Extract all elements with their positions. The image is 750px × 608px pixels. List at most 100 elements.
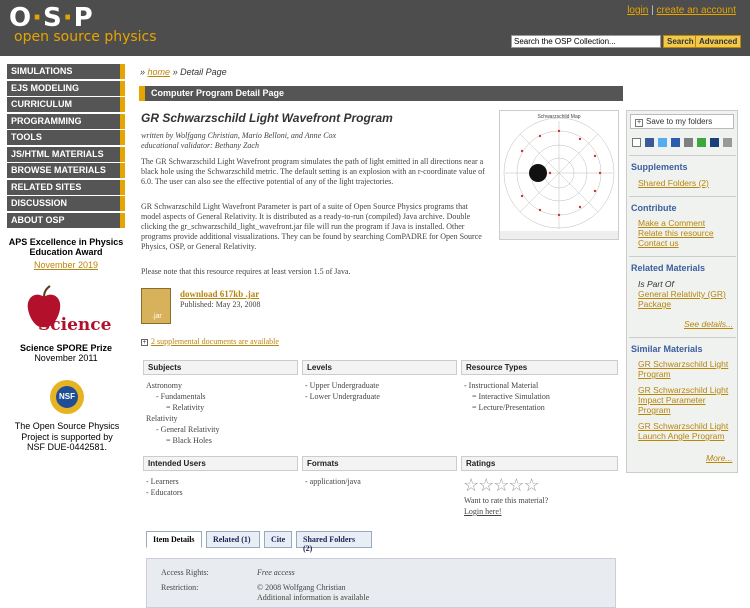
level-item[interactable]: - Upper Undergraduate [305, 380, 380, 391]
section-bar: Computer Program Detail Page [139, 86, 623, 101]
breadcrumb-current: Detail Page [180, 67, 227, 77]
download-link[interactable]: download 617kb .jar [180, 289, 259, 299]
spore-prize-title: Science SPORE Prize [19, 343, 113, 353]
related-materials-heading: Related Materials [631, 263, 706, 273]
subject-item[interactable]: - Fundamentals [146, 391, 220, 402]
contribute-heading: Contribute [631, 203, 677, 213]
similar-material-1[interactable]: GR Schwarzschild Light Program [638, 359, 734, 379]
supplemental-docs: +2 supplemental documents are available [141, 337, 279, 346]
more-similar-link[interactable]: More... [706, 453, 732, 463]
formats-header: Formats [302, 456, 457, 471]
shared-folders-link[interactable]: Shared Folders (2) [638, 178, 709, 188]
nsf-logo[interactable]: NSF [48, 378, 86, 416]
contact-us-link[interactable]: Contact us [638, 238, 679, 248]
jar-file-icon[interactable]: .jar [141, 288, 171, 324]
access-rights-value: Free access [257, 568, 295, 577]
additional-info: Additional information is available [257, 593, 370, 602]
jar-file-label: .jar [152, 313, 162, 320]
tab-item-details[interactable]: Item Details [146, 531, 202, 548]
see-details-link[interactable]: See details... [684, 319, 733, 329]
add-icon: + [635, 119, 643, 127]
science-wordmark: Science [38, 315, 112, 335]
facebook-icon[interactable] [645, 138, 654, 147]
restriction-value: © 2008 Wolfgang Christian [257, 583, 346, 592]
subject-item[interactable]: = Black Holes [146, 435, 220, 446]
twitter-icon[interactable] [658, 138, 667, 147]
tab-cite[interactable]: Cite [264, 531, 292, 548]
share-more-icon[interactable] [723, 138, 732, 147]
expand-icon[interactable]: + [141, 339, 148, 346]
ratings-header: Ratings [461, 456, 618, 471]
type-item[interactable]: = Interactive Simulation [464, 391, 550, 402]
login-link[interactable]: login [627, 5, 648, 16]
subject-item[interactable]: - General Relativity [146, 424, 220, 435]
rating-stars[interactable]: ☆☆☆☆☆ [463, 475, 540, 496]
advanced-search-button[interactable]: Advanced [695, 35, 742, 48]
rating-login-link[interactable]: Login here! [464, 506, 502, 517]
rate-question: Want to rate this material? [464, 496, 549, 505]
resource-authors: written by Wolfgang Christian, Mario Bel… [141, 131, 337, 140]
java-requirement-note: Please note that this resource requires … [141, 267, 351, 276]
nav-discussion[interactable]: DISCUSSION [7, 196, 125, 211]
formats-list: - application/java [305, 476, 361, 487]
type-item[interactable]: - Instructional Material [464, 380, 550, 391]
similar-material-2[interactable]: GR Schwarzschild Light Impact Parameter … [638, 385, 734, 415]
subject-item[interactable]: = Relativity [146, 402, 220, 413]
nav-programming[interactable]: PROGRAMMING [7, 113, 125, 129]
nav-browse-materials[interactable]: BROWSE MATERIALS [7, 163, 125, 178]
add-share-icon[interactable] [632, 138, 641, 147]
level-item[interactable]: - Lower Undergraduate [305, 391, 380, 402]
nav-curriculum[interactable]: CURRICULUM [7, 97, 125, 112]
breadcrumb-separator: » [172, 67, 178, 77]
nav-ejs-modeling[interactable]: EJS MODELING [7, 80, 125, 96]
similar-material-3[interactable]: GR Schwarzschild Light Launch Angle Prog… [638, 421, 734, 441]
nav-about-osp[interactable]: ABOUT OSP [7, 212, 125, 228]
sidebar-divider [629, 196, 736, 197]
user-item[interactable]: - Learners [146, 476, 183, 487]
resource-types-header: Resource Types [461, 360, 618, 375]
sidebar-divider [629, 256, 736, 257]
digg-icon[interactable] [684, 138, 693, 147]
format-item[interactable]: - application/java [305, 476, 361, 487]
stumbleupon-icon[interactable] [697, 138, 706, 147]
published-date: Published: May 23, 2008 [180, 300, 261, 309]
nav-js-html-materials[interactable]: JS/HTML MATERIALS [7, 146, 125, 162]
resource-validator: educational validator: Bethany Zach [141, 141, 259, 150]
supplemental-docs-link[interactable]: 2 supplemental documents are available [151, 337, 279, 346]
email-icon[interactable] [710, 138, 719, 147]
search-button[interactable]: Search [663, 35, 698, 48]
type-item[interactable]: = Lecture/Presentation [464, 402, 550, 413]
tab-shared-folders[interactable]: Shared Folders (2) [296, 531, 372, 553]
description-paragraph-2: GR Schwarzschild Light Wavefront Paramet… [141, 202, 482, 251]
nav-related-sites[interactable]: RELATED SITES [7, 179, 125, 195]
tab-related[interactable]: Related (1) [206, 531, 260, 548]
access-rights-label: Access Rights: [161, 568, 209, 577]
nav-simulations[interactable]: SIMULATIONS [7, 64, 125, 79]
search-input[interactable]: Search the OSP Collection... [511, 35, 661, 48]
save-to-folders-button[interactable]: + Save to my folders [630, 114, 734, 129]
save-to-folders-label: Save to my folders [646, 117, 713, 126]
aps-award-title: APS Excellence in Physics Education Awar… [8, 237, 124, 257]
make-comment-link[interactable]: Make a Comment [638, 218, 705, 228]
subject-item[interactable]: Astronomy [146, 380, 220, 391]
gr-package-link[interactable]: General Relativity (GR) Package [638, 289, 734, 309]
sidebar-divider [629, 337, 736, 338]
wavefront-plot-icon [500, 117, 618, 239]
nav-tools[interactable]: TOOLS [7, 130, 125, 145]
delicious-icon[interactable] [671, 138, 680, 147]
item-details-panel: Access Rights: Free access Restriction: … [146, 558, 616, 608]
levels-list: - Upper Undergraduate - Lower Undergradu… [305, 380, 380, 402]
sidebar-divider [629, 155, 736, 156]
similar-materials-heading: Similar Materials [631, 344, 703, 354]
nsf-support-text: The Open Source Physics Project is suppo… [14, 421, 120, 452]
breadcrumb-home[interactable]: home [148, 67, 171, 77]
intended-users-list: - Learners - Educators [146, 476, 183, 498]
aps-award-date[interactable]: November 2019 [0, 260, 132, 270]
osp-tagline[interactable]: open source physics [14, 29, 157, 45]
create-account-link[interactable]: create an account [657, 5, 737, 16]
subject-item[interactable]: Relativity [146, 413, 220, 424]
resource-thumbnail[interactable]: Schwarzschild Map [499, 110, 619, 240]
user-item[interactable]: - Educators [146, 487, 183, 498]
science-logo[interactable]: Science [22, 285, 112, 340]
relate-resource-link[interactable]: Relate this resource [638, 228, 714, 238]
